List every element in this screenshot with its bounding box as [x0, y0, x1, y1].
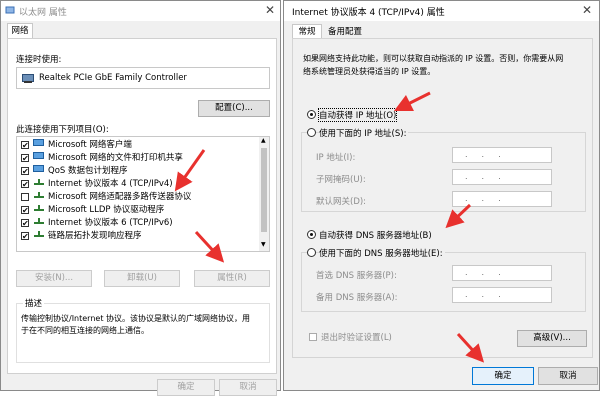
- arrow-to-auto-ip: [393, 91, 431, 112]
- arrow-to-ok-button: [456, 332, 485, 363]
- arrow-to-properties-button: [194, 230, 225, 263]
- annotation-arrows: [174, 91, 485, 363]
- arrow-to-auto-dns: [445, 203, 472, 229]
- arrow-to-ipv4-item: [174, 149, 206, 192]
